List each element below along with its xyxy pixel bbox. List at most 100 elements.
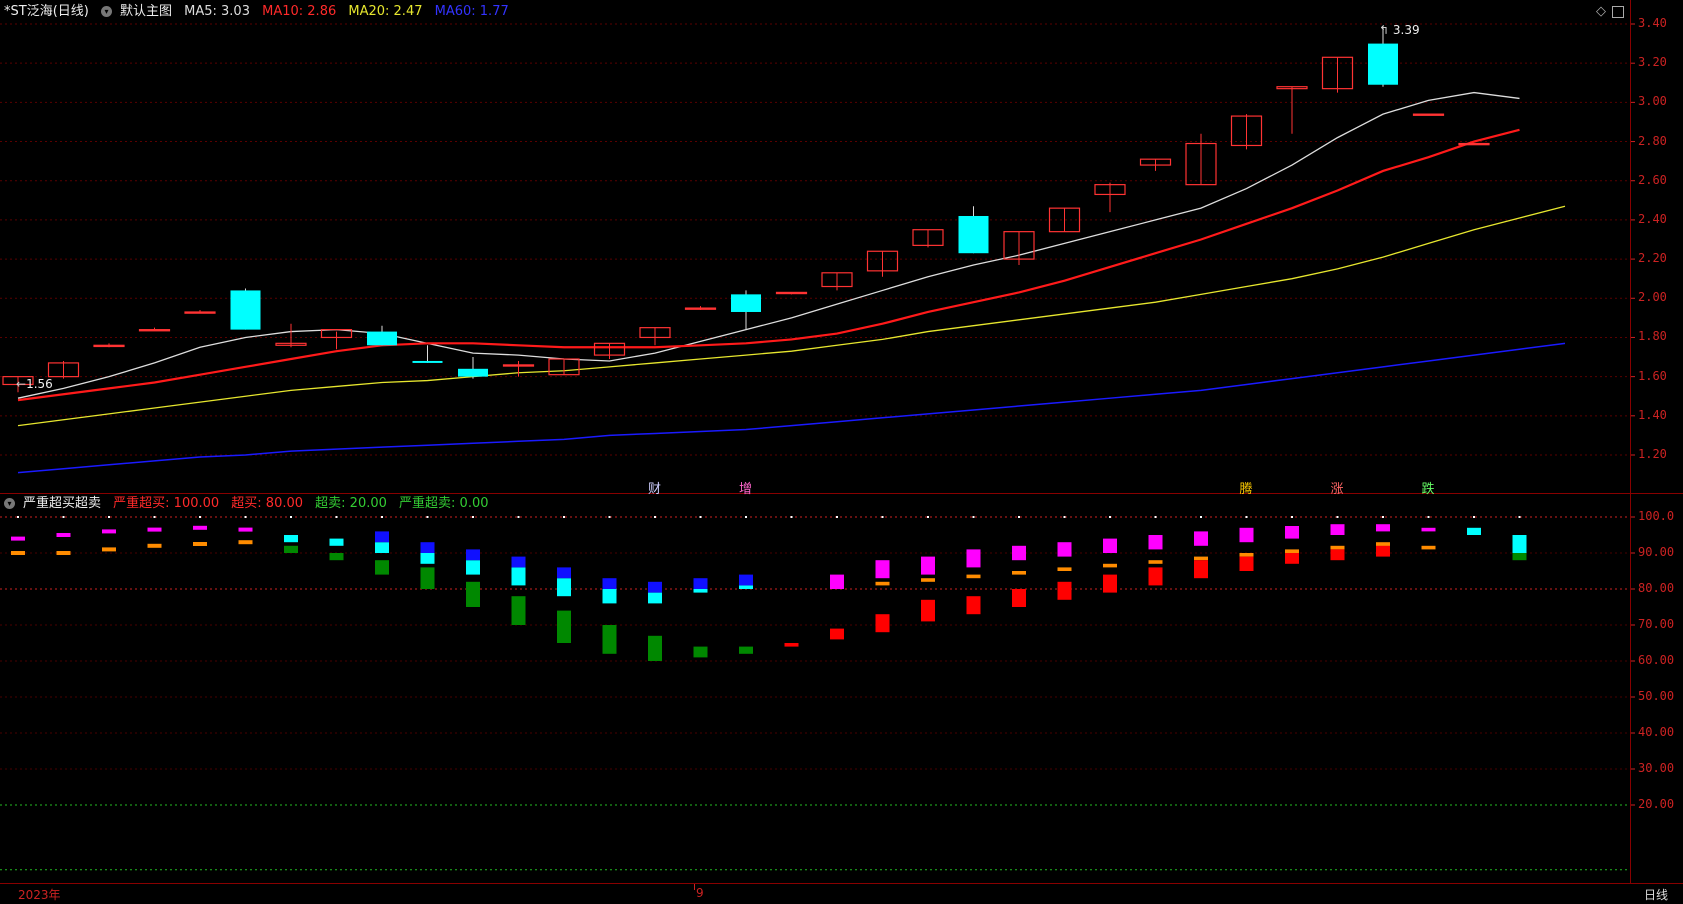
orange-bar: [147, 543, 162, 548]
green-bar: [329, 553, 344, 561]
orange-bar: [1239, 553, 1254, 557]
overbought-dot: [1473, 516, 1475, 518]
magenta-bar: [966, 549, 981, 568]
red-bar: [1285, 553, 1299, 564]
candle-body: [1458, 142, 1490, 146]
candle-body: [684, 307, 717, 310]
indicator-tick-label: 100.0: [1638, 509, 1675, 523]
price-tick-label: 1.80: [1638, 329, 1667, 344]
event-marker[interactable]: 财: [648, 478, 661, 497]
period-button[interactable]: 日线: [1644, 886, 1668, 903]
event-marker[interactable]: 增: [739, 478, 752, 497]
green-bar: [420, 567, 435, 589]
magenta-bar: [921, 556, 935, 575]
overbought-dot: [654, 516, 656, 518]
overbought-dot: [1291, 516, 1293, 518]
red-bar: [830, 628, 844, 640]
magenta-bar: [102, 529, 116, 534]
overbought-dot: [199, 516, 201, 518]
blue-bar: [557, 567, 571, 579]
cyan-bar: [648, 592, 662, 604]
magenta-bar: [1103, 538, 1117, 553]
red-bar: [921, 599, 935, 622]
cyan-bar: [693, 589, 708, 593]
overbought-dot: [699, 516, 702, 518]
green-bar: [648, 635, 662, 661]
price-tick-label: 2.60: [1638, 172, 1667, 187]
magenta-bar: [830, 574, 844, 589]
green-bar: [1512, 553, 1527, 561]
orange-bar: [875, 581, 890, 586]
overbought-dot: [335, 516, 338, 518]
red-bar: [875, 614, 890, 633]
overbought-dot: [1154, 516, 1157, 518]
overbought-dot: [472, 516, 474, 518]
green-bar: [466, 581, 480, 607]
green-bar: [375, 560, 389, 575]
cyan-bar: [511, 567, 526, 586]
blue-bar: [511, 556, 526, 568]
event-marker[interactable]: 腾: [1240, 478, 1253, 497]
indicator-tick-label: 60.00: [1638, 653, 1675, 667]
blue-bar: [602, 578, 617, 589]
orange-bar: [1330, 545, 1345, 550]
cyan-bar: [1467, 527, 1481, 535]
high-price-label: ↰ 3.39: [1379, 22, 1420, 37]
red-bar: [1330, 549, 1345, 561]
cyan-bar: [284, 535, 298, 543]
orange-bar: [1012, 571, 1026, 575]
cyan-bar: [375, 542, 389, 553]
overbought-dot: [972, 516, 975, 518]
overbought-dot: [1063, 516, 1066, 518]
orange-bar: [102, 547, 116, 552]
indicator-tick-label: 70.00: [1638, 617, 1675, 631]
overbought-dot: [17, 516, 19, 518]
blue-bar: [466, 549, 480, 561]
magenta-bar: [193, 525, 207, 530]
cyan-bar: [466, 560, 480, 575]
price-axis: 3.40 3.20 3.00 2.80 2.60 2.40 2.20 2.00 1.80 1.60…: [1630, 0, 1683, 493]
magenta-bar: [1421, 527, 1436, 532]
green-bar: [602, 625, 617, 654]
cyan-bar: [557, 578, 571, 597]
price-tick-label: 3.20: [1638, 55, 1667, 70]
orange-bar: [966, 574, 981, 579]
overbought-dot: [244, 516, 247, 518]
candle-body: [775, 291, 808, 295]
orange-bar: [1421, 545, 1436, 550]
orange-bar: [193, 542, 207, 546]
price-tick-label: 2.00: [1638, 290, 1667, 305]
orange-bar: [1194, 556, 1208, 561]
blue-bar: [739, 574, 753, 586]
red-bar: [1194, 560, 1208, 579]
event-marker[interactable]: 跌: [1422, 478, 1435, 497]
orange-bar: [56, 551, 71, 555]
indicator-tick-label: 40.00: [1638, 725, 1675, 739]
price-tick-label: 2.40: [1638, 211, 1667, 226]
indicator-tick-label: 50.00: [1638, 689, 1675, 703]
candle-body: [93, 344, 125, 348]
blue-bar: [648, 581, 662, 593]
indicator-tick-label: 20.00: [1638, 797, 1675, 811]
overbought-dot: [426, 516, 429, 518]
orange-bar: [921, 578, 935, 582]
red-bar: [1057, 581, 1072, 600]
magenta-bar: [147, 527, 162, 532]
blue-bar: [375, 531, 389, 543]
candle-body: [138, 329, 171, 332]
overbought-dot: [517, 516, 520, 518]
overbought-dot: [1109, 516, 1111, 518]
ma-line-ma5: [17, 91, 1520, 399]
red-bar: [1103, 574, 1117, 593]
indicator-axis: 100.0 90.00 80.00 70.00 60.00 50.00 40.00 30.00…: [1630, 494, 1683, 883]
candle-body: [958, 215, 989, 254]
event-marker[interactable]: 涨: [1331, 478, 1344, 497]
ma-line-ma10: [17, 128, 1520, 402]
magenta-bar: [11, 536, 25, 541]
red-bar: [1012, 589, 1026, 607]
magenta-bar: [1148, 535, 1163, 550]
overbought-dot: [927, 516, 929, 518]
orange-bar: [1057, 567, 1072, 571]
candle-body: [731, 294, 761, 312]
overbought-dot: [290, 516, 292, 518]
